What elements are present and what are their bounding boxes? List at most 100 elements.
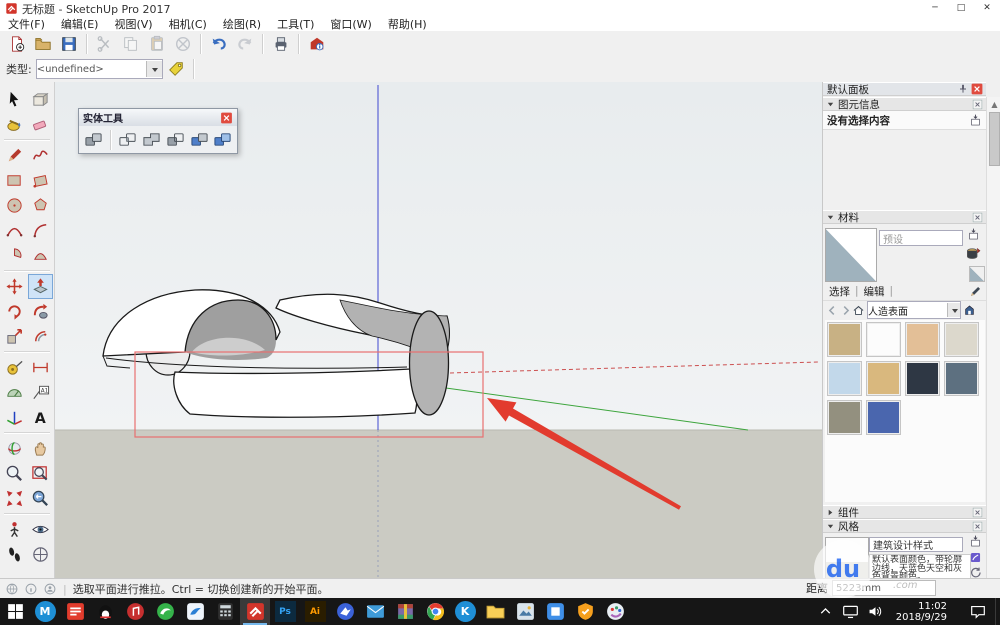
solid-tools-palette[interactable]: 实体工具: [78, 108, 238, 154]
close-icon[interactable]: [220, 112, 233, 124]
close-icon[interactable]: [971, 83, 983, 95]
minimize-button[interactable]: ─: [922, 0, 948, 16]
section-plane-tool[interactable]: [28, 542, 53, 567]
copy-button[interactable]: [119, 33, 143, 55]
sample-paint-icon[interactable]: [969, 285, 982, 298]
text-tool[interactable]: A1: [28, 380, 53, 405]
offset-tool[interactable]: [28, 324, 53, 349]
pie-tool[interactable]: [2, 243, 27, 268]
collapse-icon[interactable]: [826, 522, 835, 531]
show-desktop-button[interactable]: [995, 598, 1000, 625]
push-pull-tool[interactable]: [27, 274, 53, 299]
polygon-tool[interactable]: [28, 193, 53, 218]
scroll-up-icon[interactable]: ▲: [987, 97, 1000, 112]
cylinder-body[interactable]: [173, 368, 418, 418]
outer-shell-tool[interactable]: [82, 128, 105, 151]
tape-measure-tool[interactable]: [2, 355, 27, 380]
maximize-button[interactable]: □: [948, 0, 974, 16]
action-center-icon[interactable]: [969, 603, 987, 621]
app-kugou[interactable]: K: [450, 598, 480, 625]
geolocation-icon[interactable]: [5, 582, 19, 596]
entity-info-header[interactable]: 图元信息: [823, 97, 986, 111]
components-header[interactable]: 组件: [823, 505, 986, 519]
create-material-icon[interactable]: [965, 246, 981, 262]
menu-item-1[interactable]: 文件(F): [0, 16, 53, 32]
app-music-red[interactable]: [120, 598, 150, 625]
previous-view-tool[interactable]: [28, 486, 53, 511]
signin-icon[interactable]: [43, 582, 57, 596]
expand-icon[interactable]: [826, 508, 835, 517]
scale-tool[interactable]: [2, 324, 27, 349]
app-green[interactable]: [150, 598, 180, 625]
undo-button[interactable]: [207, 33, 231, 55]
print-button[interactable]: [269, 33, 293, 55]
arc-tool[interactable]: [28, 218, 53, 243]
volume-icon[interactable]: [867, 603, 884, 620]
select-tool[interactable]: [2, 87, 27, 112]
swatch-taupe[interactable]: [827, 400, 862, 435]
axes-tool[interactable]: [2, 405, 27, 430]
materials-header[interactable]: 材料: [823, 210, 986, 224]
app-illustrator[interactable]: Ai: [300, 598, 330, 625]
create-style-icon[interactable]: [969, 551, 982, 564]
union-tool[interactable]: [140, 128, 163, 151]
app-photos[interactable]: [510, 598, 540, 625]
swatch-tan[interactable]: [827, 322, 862, 357]
swatch-slate[interactable]: [944, 361, 979, 396]
pan-tool[interactable]: [28, 436, 53, 461]
app-winrar[interactable]: [390, 598, 420, 625]
dimension-tool[interactable]: [28, 355, 53, 380]
swatch-white[interactable]: [866, 322, 901, 357]
collection-dropdown[interactable]: 人造表面: [867, 301, 961, 319]
app-sketchup[interactable]: [240, 598, 270, 625]
home-icon[interactable]: [852, 304, 865, 317]
position-camera-tool[interactable]: [2, 517, 27, 542]
pin-icon[interactable]: [957, 83, 969, 95]
cylinder-right-cap[interactable]: [408, 310, 450, 416]
app-m[interactable]: M: [30, 598, 60, 625]
file-explorer[interactable]: [480, 598, 510, 625]
menu-item-4[interactable]: 相机(C): [161, 16, 215, 32]
menu-item-2[interactable]: 编辑(E): [53, 16, 107, 32]
panel-scrollbar[interactable]: ▲: [986, 97, 1000, 578]
menu-item-8[interactable]: 帮助(H): [380, 16, 435, 32]
app-shield[interactable]: [570, 598, 600, 625]
swatch-cream[interactable]: [944, 322, 979, 357]
save-button[interactable]: [57, 33, 81, 55]
menu-item-7[interactable]: 窗口(W): [322, 16, 379, 32]
app-calculator[interactable]: [210, 598, 240, 625]
app-qq[interactable]: [90, 598, 120, 625]
model-info-button[interactable]: [305, 33, 329, 55]
clock[interactable]: 11:02 2018/9/29: [896, 601, 947, 623]
menu-item-3[interactable]: 视图(V): [106, 16, 160, 32]
3d-text-tool[interactable]: A: [28, 405, 53, 430]
subtract-tool[interactable]: [164, 128, 187, 151]
zoom-window-tool[interactable]: [28, 461, 53, 486]
split-tool[interactable]: [211, 128, 234, 151]
line-tool[interactable]: [2, 143, 27, 168]
rotated-rectangle-tool[interactable]: [28, 168, 53, 193]
app-photoshop[interactable]: Ps: [270, 598, 300, 625]
app-chrome[interactable]: [420, 598, 450, 625]
swatch-blue[interactable]: [866, 400, 901, 435]
rectangle-tool[interactable]: [2, 168, 27, 193]
app-blue-bird[interactable]: [180, 598, 210, 625]
type-dropdown[interactable]: <undefined>: [35, 59, 163, 79]
paint-bucket-tool[interactable]: [2, 112, 27, 137]
paste-button[interactable]: [145, 33, 169, 55]
follow-me-tool[interactable]: [28, 299, 53, 324]
arc-2pt-tool[interactable]: [2, 218, 27, 243]
app-mail[interactable]: [360, 598, 390, 625]
trim-tool[interactable]: [188, 128, 211, 151]
chevron-down-icon[interactable]: [145, 61, 162, 77]
tray-chevron-icon[interactable]: [817, 603, 834, 620]
credits-icon[interactable]: [24, 582, 38, 596]
style-name-field[interactable]: 建筑设计样式: [869, 537, 963, 552]
erase-button[interactable]: [171, 33, 195, 55]
in-model-icon[interactable]: [963, 304, 976, 317]
tab-select[interactable]: 选择: [829, 284, 850, 299]
start-button[interactable]: [0, 598, 30, 625]
collapse-icon[interactable]: [826, 100, 835, 109]
move-tool[interactable]: [2, 274, 27, 299]
section-close-icon[interactable]: [972, 99, 983, 110]
